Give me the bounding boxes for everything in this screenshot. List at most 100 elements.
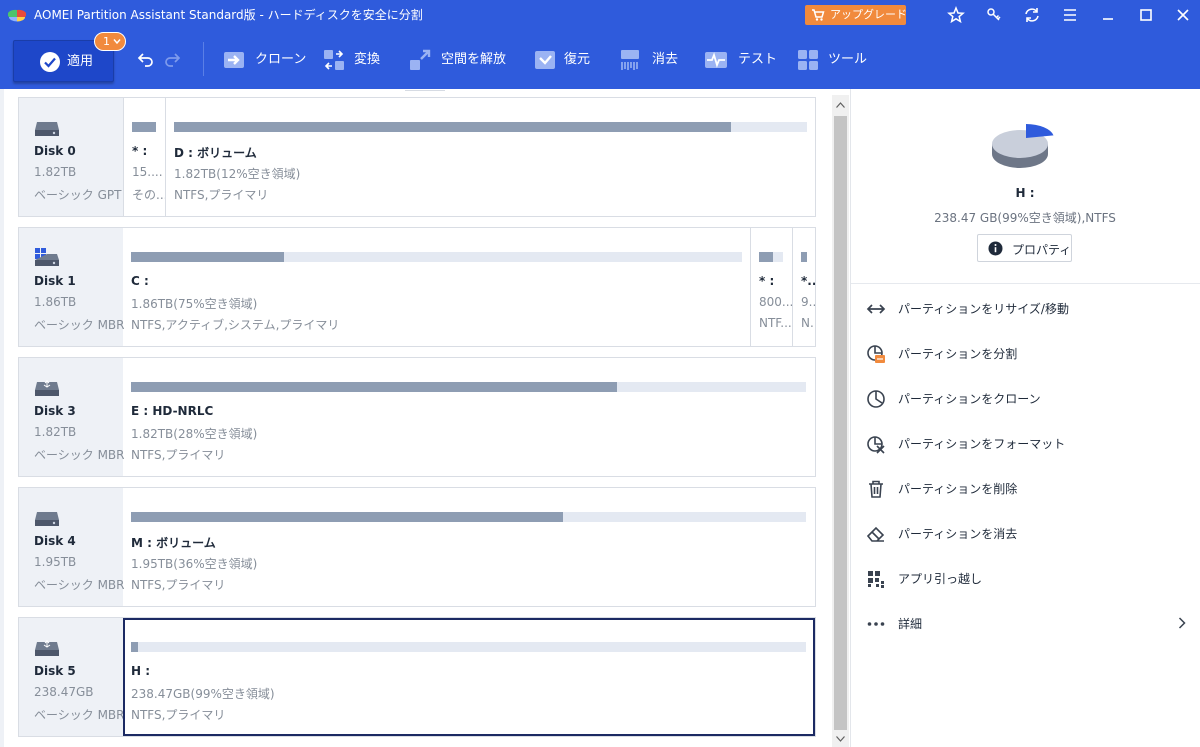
partition-block[interactable]: *... 9... N... [792, 228, 815, 346]
redo-icon[interactable] [163, 50, 181, 68]
operation-label: パーティションをリサイズ/移動 [898, 302, 1069, 316]
minimize-icon[interactable] [1098, 5, 1118, 25]
disk-type: ベーシック MBR [34, 578, 125, 592]
panel-divider [851, 283, 1200, 284]
close-icon[interactable] [1173, 5, 1193, 25]
partition-name: *... [801, 274, 815, 288]
disk-name: Disk 1 [34, 274, 76, 288]
selected-partition-info: 238.47 GB(99%空き領域),NTFS [934, 211, 1116, 225]
disk-row[interactable]: Disk 0 1.82TB ベーシック GPT * : 15.... その...… [18, 97, 816, 217]
usage-fill [131, 512, 563, 522]
disk-info[interactable]: Disk 1 1.86TB ベーシック MBR [19, 228, 125, 346]
chevron-down-icon [113, 39, 121, 45]
disk-info[interactable]: Disk 4 1.95TB ベーシック MBR [19, 488, 125, 606]
undo-icon[interactable] [137, 50, 155, 68]
wipe-button[interactable]: 消去 [618, 48, 688, 72]
disk-info[interactable]: Disk 0 1.82TB ベーシック GPT [19, 98, 123, 216]
tools-button[interactable]: ツール [796, 48, 868, 72]
more-item[interactable]: 詳細 [851, 603, 1200, 643]
partition-block[interactable]: E : HD-NRLC 1.82TB(28%空き領域) NTFS,プライマリ [123, 358, 815, 476]
format-partition-item[interactable]: パーティションをフォーマット [851, 423, 1200, 463]
partition-block-selected[interactable]: H : 238.47GB(99%空き領域) NTFS,プライマリ [123, 618, 815, 736]
clone-partition-item[interactable]: パーティションをクローン [851, 378, 1200, 418]
resize-move-partition-item[interactable]: パーティションをリサイズ/移動 [851, 288, 1200, 328]
resize-icon [866, 304, 886, 314]
convert-icon [324, 50, 344, 70]
scroll-up-icon[interactable] [836, 102, 845, 108]
partition-fs: NTFS,プライマリ [131, 578, 226, 592]
format-icon [867, 436, 885, 454]
partition-size: 1.95TB(36%空き領域) [131, 557, 258, 571]
star-icon[interactable] [946, 5, 966, 25]
partition-size: 1.82TB(28%空き領域) [131, 427, 258, 441]
selected-partition-name: H : [1015, 186, 1035, 200]
pending-operations-badge[interactable]: 1 [94, 32, 126, 51]
split-partition-item[interactable]: パーティションを分割 [851, 333, 1200, 373]
recovery-icon [535, 51, 555, 69]
test-button[interactable]: テスト [704, 48, 777, 72]
disk-size: 1.82TB [34, 165, 77, 179]
operation-label: パーティションを削除 [898, 482, 1018, 496]
partition-fs: NTF... [759, 316, 792, 330]
test-icon [705, 52, 727, 68]
disk-size: 1.82TB [34, 425, 77, 439]
partition-size: 238.47GB(99%空き領域) [131, 687, 275, 701]
partition-block[interactable]: C : 1.86TB(75%空き領域) NTFS,アクティブ,システム,プライマ… [123, 228, 750, 346]
clone-button[interactable]: クローン [222, 48, 306, 72]
free-space-button[interactable]: 空間を解放 [408, 48, 518, 72]
maximize-icon[interactable] [1136, 5, 1156, 25]
disk-row[interactable]: Disk 4 1.95TB ベーシック MBR M : ボリューム 1.95TB… [18, 487, 816, 607]
partition-block[interactable]: * : 800... NTF... [750, 228, 792, 346]
recovery-label: 復元 [564, 52, 591, 67]
scrollbar-thumb[interactable] [834, 116, 847, 730]
properties-button[interactable]: プロパティ [977, 234, 1072, 262]
operation-label: パーティションを消去 [898, 527, 1018, 541]
partition-name: D : ボリューム [174, 146, 257, 160]
free-space-icon [410, 49, 431, 70]
convert-button[interactable]: 変換 [322, 48, 392, 72]
recovery-button[interactable]: 復元 [533, 48, 603, 72]
disk-info[interactable]: Disk 3 1.82TB ベーシック MBR [19, 358, 125, 476]
disk-row[interactable]: Disk 5 238.47GB ベーシック MBR H : 238.47GB(9… [18, 617, 816, 737]
usage-fill [131, 382, 617, 392]
properties-label: プロパティ [1012, 243, 1072, 257]
disk-row[interactable]: Disk 3 1.82TB ベーシック MBR E : HD-NRLC 1.82… [18, 357, 816, 477]
tools-icon [798, 50, 818, 70]
hdd-icon [35, 512, 59, 526]
partition-name: * : [132, 144, 148, 158]
disk-type: ベーシック GPT [34, 188, 122, 202]
key-icon[interactable] [984, 5, 1004, 25]
app-mover-item[interactable]: アプリ引っ越し [851, 558, 1200, 598]
refresh-icon[interactable] [1022, 5, 1042, 25]
disk-info[interactable]: Disk 5 238.47GB ベーシック MBR [19, 618, 125, 736]
partition-name: E : HD-NRLC [131, 404, 214, 418]
windows-disk-icon [35, 248, 59, 266]
partition-size: 9... [801, 295, 815, 309]
usage-fill [131, 252, 284, 262]
usage-bar [759, 252, 783, 262]
title-bar: AOMEI Partition Assistant Standard版 - ハー… [0, 0, 1200, 30]
partition-block[interactable]: D : ボリューム 1.82TB(12%空き領域) NTFS,プライマリ [165, 98, 815, 216]
wipe-partition-item[interactable]: パーティションを消去 [851, 513, 1200, 553]
panel-edge [0, 89, 4, 747]
disk-row[interactable]: Disk 1 1.86TB ベーシック MBR C : 1.86TB(75%空き… [18, 227, 816, 347]
more-icon [867, 622, 885, 626]
tools-label: ツール [828, 52, 868, 67]
operation-label: 詳細 [898, 617, 923, 631]
partition-block[interactable]: M : ボリューム 1.95TB(36%空き領域) NTFS,プライマリ [123, 488, 815, 606]
partition-name: M : ボリューム [131, 536, 216, 550]
upgrade-button[interactable]: アップグレード [805, 5, 907, 25]
usage-bar [132, 122, 156, 132]
panel-splitter[interactable] [405, 90, 445, 93]
clone-label: クローン [255, 52, 307, 67]
scroll-down-icon[interactable] [836, 736, 845, 742]
menu-icon[interactable] [1060, 5, 1080, 25]
wipe-label: 消去 [652, 52, 679, 67]
partition-block[interactable]: * : 15.... その... [123, 98, 165, 216]
disk-size: 1.86TB [34, 295, 77, 309]
operation-label: アプリ引っ越し [898, 572, 983, 586]
partition-size: 15.... [132, 165, 163, 179]
delete-partition-item[interactable]: パーティションを削除 [851, 468, 1200, 508]
disk-name: Disk 0 [34, 144, 76, 158]
partition-size: 1.82TB(12%空き領域) [174, 167, 301, 181]
